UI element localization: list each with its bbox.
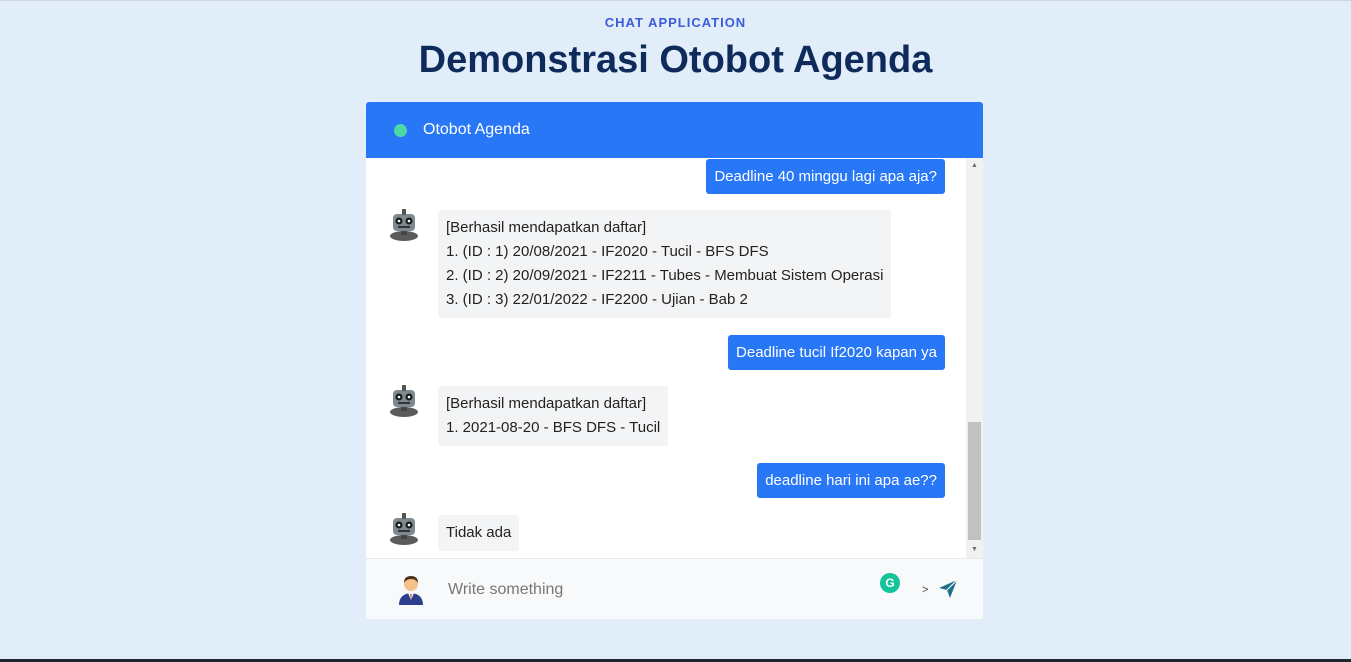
robot-avatar-icon bbox=[390, 209, 418, 241]
grammarly-icon[interactable]: G bbox=[880, 573, 900, 593]
bot-message-line: [Berhasil mendapatkan daftar] bbox=[446, 395, 647, 412]
message-input[interactable] bbox=[446, 575, 870, 605]
bot-message-line: 1. 2021-08-20 - BFS DFS - Tucil bbox=[446, 419, 661, 436]
chat-window: Otobot Agenda Deadline 40 minggu lagi ap… bbox=[366, 102, 983, 619]
bot-message-line: 1. (ID : 1) 20/08/2021 - IF2020 - Tucil … bbox=[446, 243, 769, 260]
page-title: Demonstrasi Otobot Agenda bbox=[418, 39, 933, 81]
bot-message: Tidak ada bbox=[438, 515, 520, 551]
bot-message-line: Tidak ada bbox=[446, 524, 512, 541]
scroll-up-icon[interactable]: ▲ bbox=[966, 160, 983, 172]
caret-indicator: > bbox=[922, 584, 929, 596]
robot-avatar-icon bbox=[390, 385, 418, 417]
scroll-down-icon[interactable]: ▼ bbox=[966, 544, 983, 556]
chat-header: Otobot Agenda bbox=[366, 102, 983, 158]
bot-message-line: 3. (ID : 3) 22/01/2022 - IF2200 - Ujian … bbox=[446, 291, 748, 308]
eyebrow-label: CHAT APPLICATION bbox=[604, 15, 747, 30]
robot-avatar-icon bbox=[390, 513, 418, 545]
user-message: deadline hari ini apa ae?? bbox=[757, 463, 945, 498]
bot-message-line: [Berhasil mendapatkan daftar] bbox=[446, 219, 647, 236]
bot-message-line: 2. (ID : 2) 20/09/2021 - IF2211 - Tubes … bbox=[446, 267, 884, 284]
user-message: Deadline tucil If2020 kapan ya bbox=[728, 335, 945, 370]
bot-message: [Berhasil mendapatkan daftar] 1. (ID : 1… bbox=[438, 210, 892, 318]
online-status-icon bbox=[394, 123, 407, 137]
message-composer: G > bbox=[366, 558, 983, 619]
scrollbar-thumb[interactable] bbox=[968, 422, 981, 540]
user-message: Deadline 40 minggu lagi apa aja? bbox=[706, 159, 945, 194]
user-avatar-icon bbox=[399, 576, 423, 605]
chat-name: Otobot Agenda bbox=[423, 121, 530, 138]
message-scrollbar[interactable]: ▲ ▼ bbox=[966, 158, 983, 558]
send-icon[interactable] bbox=[938, 579, 958, 599]
bot-message: [Berhasil mendapatkan daftar] 1. 2021-08… bbox=[438, 386, 669, 446]
message-list[interactable]: Deadline 40 minggu lagi apa aja? [Berhas… bbox=[366, 158, 966, 558]
